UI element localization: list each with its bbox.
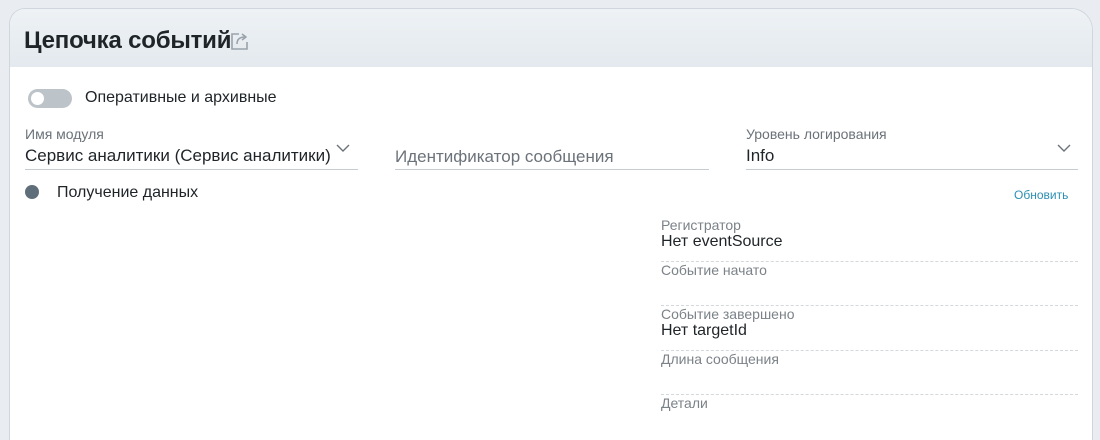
archive-toggle-label: Оперативные и архивные bbox=[85, 89, 277, 106]
log-level-select[interactable]: Уровень логирования Info bbox=[746, 126, 1078, 170]
toggle-knob bbox=[31, 92, 44, 105]
chevron-down-icon bbox=[1057, 144, 1071, 152]
log-level-label: Уровень логирования bbox=[746, 126, 887, 142]
message-id-input[interactable] bbox=[395, 146, 709, 168]
detail-row-details: Детали bbox=[661, 395, 1078, 440]
detail-value: Нет targetId bbox=[661, 322, 747, 339]
chevron-down-icon bbox=[336, 144, 350, 152]
module-select-label: Имя модуля bbox=[25, 126, 104, 142]
event-details: Регистратор Нет eventSource Событие нача… bbox=[661, 217, 1078, 440]
status-text: Получение данных bbox=[57, 184, 199, 201]
log-level-value: Info bbox=[746, 146, 775, 165]
detail-row-registrar: Регистратор Нет eventSource bbox=[661, 217, 1078, 262]
status-indicator-icon bbox=[25, 185, 39, 199]
detail-label: Длина сообщения bbox=[661, 350, 779, 367]
event-chain-panel: Цепочка событий Оперативные и архивные И… bbox=[9, 8, 1093, 440]
detail-label: Событие завершено bbox=[661, 306, 795, 322]
refresh-link[interactable]: Обновить bbox=[1014, 188, 1068, 202]
detail-row-event-finished: Событие завершено Нет targetId bbox=[661, 306, 1078, 351]
panel-header: Цепочка событий bbox=[10, 9, 1092, 67]
detail-label: Регистратор bbox=[661, 217, 741, 233]
detail-row-message-length: Длина сообщения bbox=[661, 350, 1078, 395]
page-title: Цепочка событий bbox=[24, 27, 232, 54]
detail-value: Нет eventSource bbox=[661, 233, 783, 250]
detail-label: Детали bbox=[661, 395, 708, 411]
detail-row-event-started: Событие начато bbox=[661, 261, 1078, 306]
archive-toggle[interactable] bbox=[28, 89, 72, 108]
module-select[interactable]: Имя модуля Сервис аналитики (Сервис анал… bbox=[25, 126, 358, 170]
message-id-field[interactable] bbox=[395, 126, 709, 170]
module-select-value: Сервис аналитики (Сервис аналитики) bbox=[25, 146, 331, 165]
share-external-icon[interactable] bbox=[229, 30, 251, 52]
detail-label: Событие начато bbox=[661, 261, 767, 278]
